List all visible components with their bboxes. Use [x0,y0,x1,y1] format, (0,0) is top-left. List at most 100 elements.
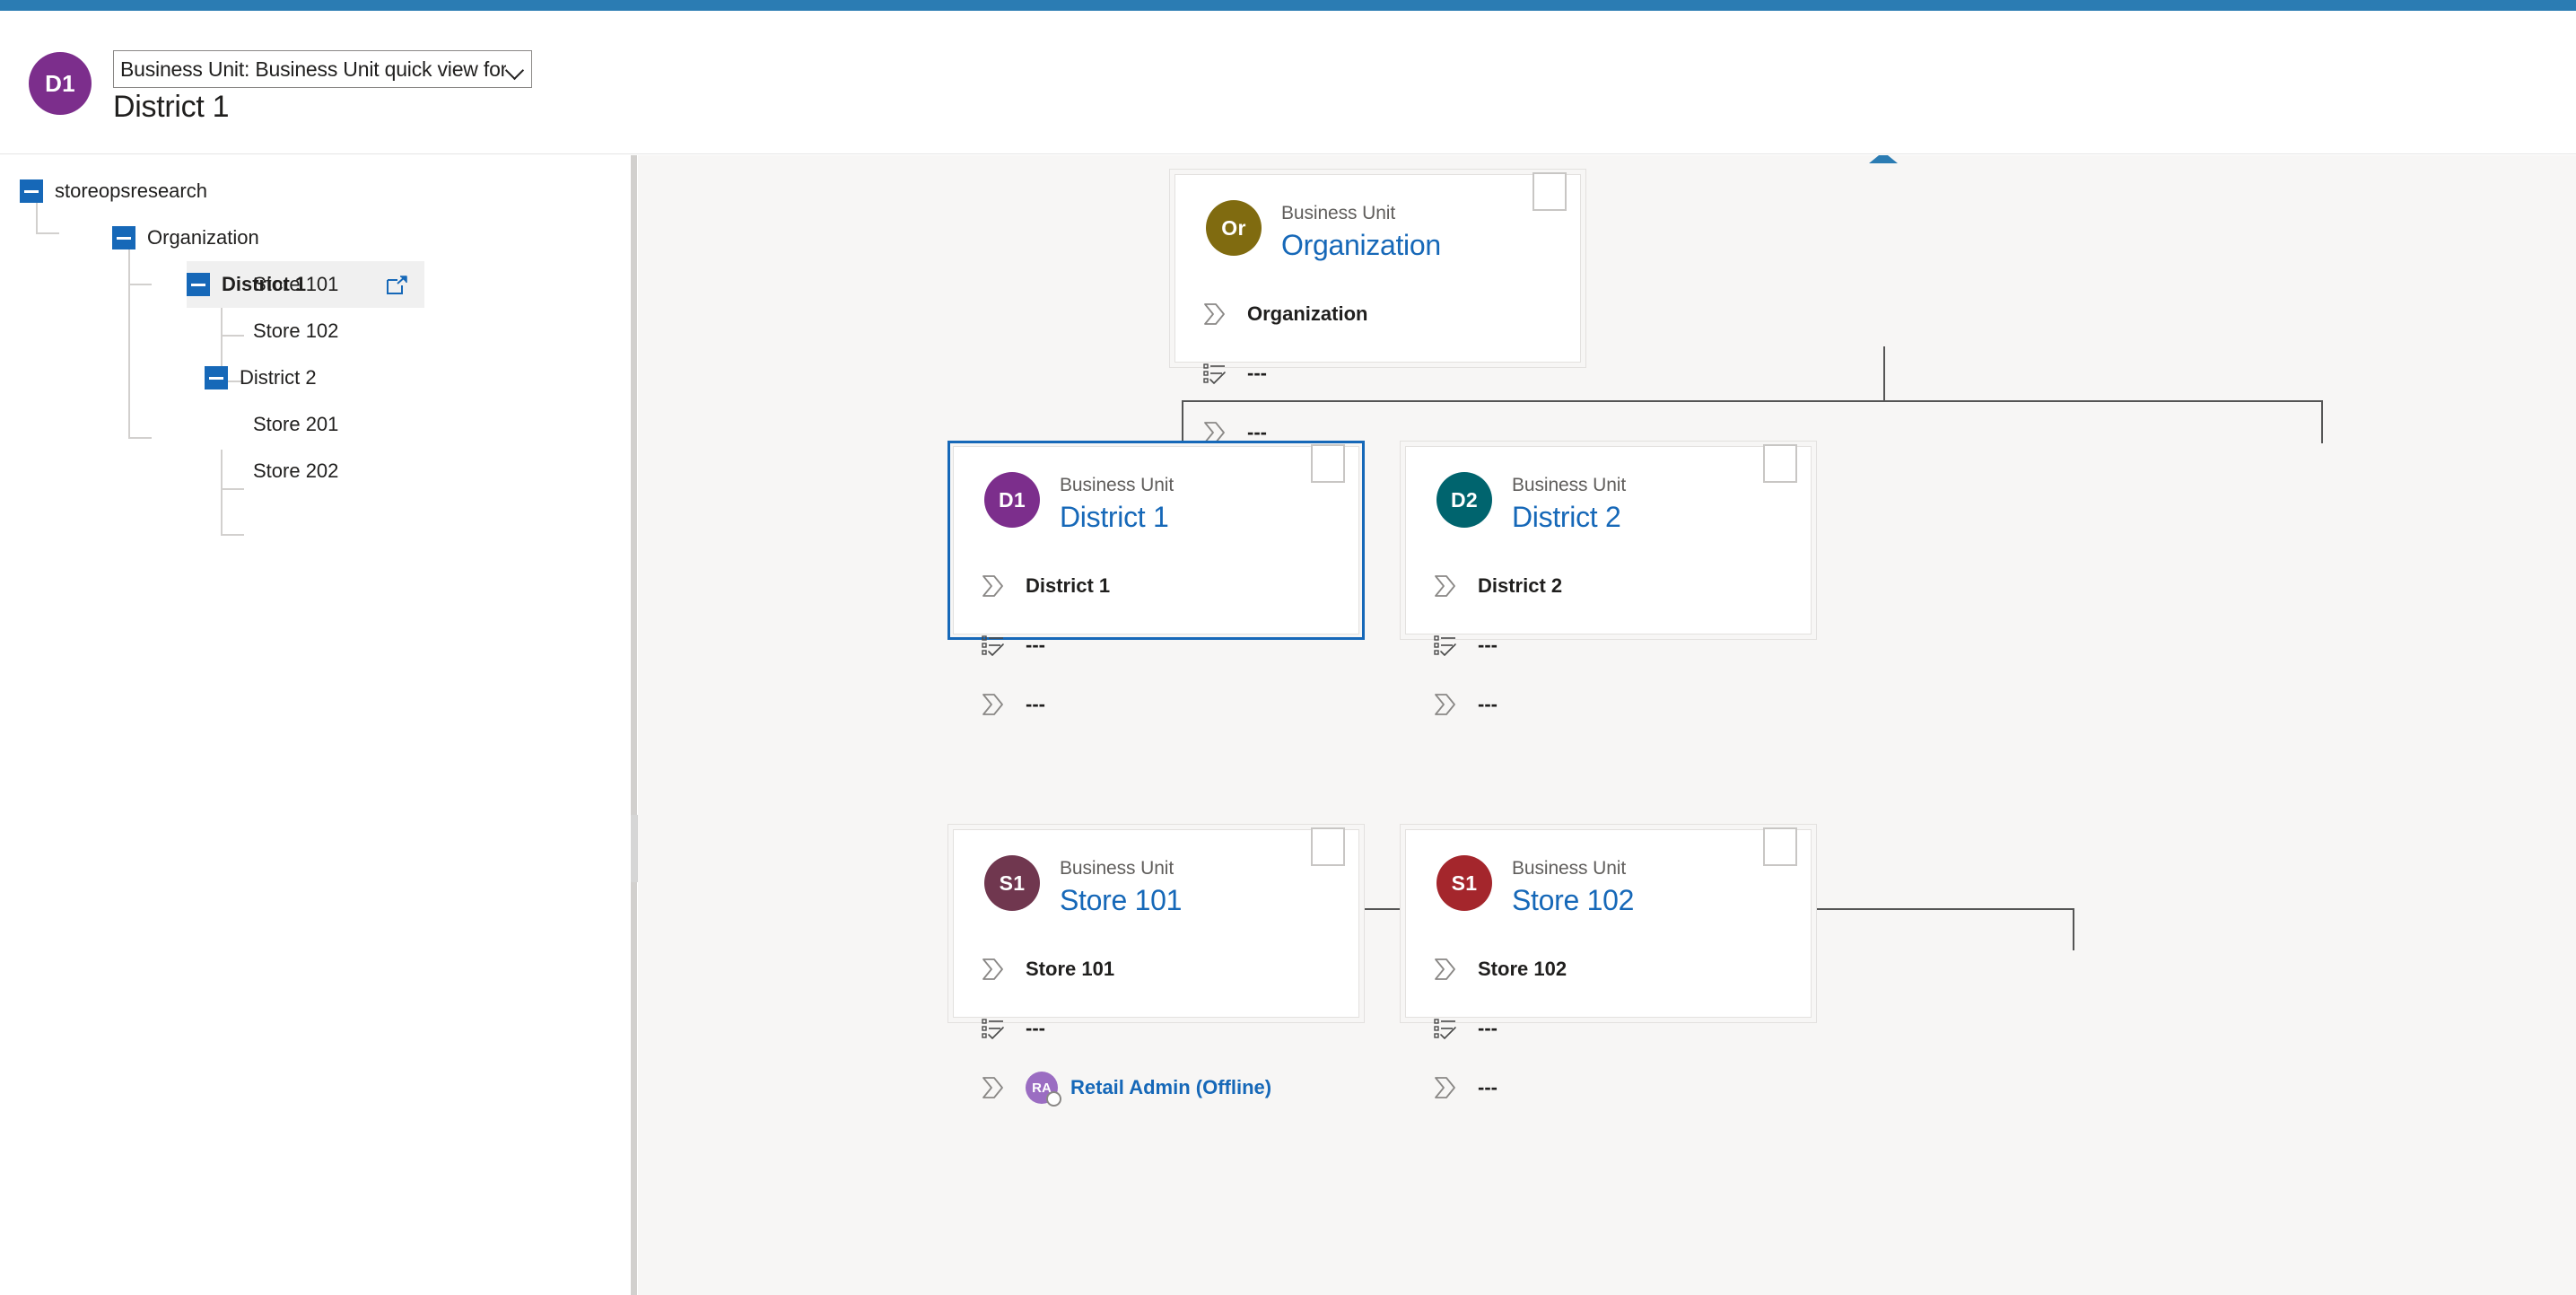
org-card-field-value: --- [1026,634,1045,657]
tree-node-label: Organization [147,226,259,249]
tree-node-store-101[interactable]: Store 101 [0,261,636,308]
org-chart-canvas: 2 OrBusiness UnitOrganizationOrganizatio… [638,155,2576,1295]
org-card-heading-text: Business Unit Store 102 [1512,855,1634,918]
tree-collapse-toggle-icon[interactable] [112,226,135,249]
org-card-store-101[interactable]: S1 Business Unit Store 101 Store 101 --- RA Re… [947,824,1365,1107]
checklist-icon [981,1015,1011,1042]
person-avatar: RA [1026,1072,1061,1107]
tree-node-label: storeopsresearch [55,179,207,202]
org-card-body: Or Business Unit Organization Organization -… [1174,172,1581,443]
business-unit-icon [1433,691,1463,718]
org-card-field-value: --- [1478,1017,1498,1040]
org-card-header: S1 Business Unit Store 101 [954,830,1358,918]
org-card-entity-label: Business Unit [1512,858,1627,879]
quick-view-form-selector[interactable]: Business Unit: Business Unit quick view … [113,50,532,88]
org-card-organization[interactable]: Or Business Unit Organization Organization -… [1169,169,1586,443]
business-unit-icon [981,691,1011,718]
org-card-header: D2 Business Unit District 2 [1406,447,1811,535]
tree-node-label: Store 201 [253,413,339,435]
org-card-field-value: District 2 [1478,574,1563,598]
org-card-fields: Organization --- --- [1175,284,1580,462]
org-card-field-value: --- [1478,693,1498,716]
org-card-district-1[interactable]: D1 Business Unit District 1 District 1 --- --… [947,441,1365,715]
org-card-avatar: Or [1206,200,1262,256]
org-card-header: D1 Business Unit District 1 [954,447,1358,535]
business-unit-icon [1433,573,1463,599]
org-card-field-value: --- [1478,1076,1498,1099]
org-card-field-value: --- [1247,362,1267,385]
tree-node-district-2[interactable]: District 2 [0,354,636,401]
business-unit-icon [1433,1074,1463,1101]
org-card-entity-label: Business Unit [1060,858,1174,879]
chevron-down-icon [506,60,524,78]
org-card-field-row: RA Retail Admin (Offline) [954,1058,1358,1117]
org-card-name-link[interactable]: Organization [1281,227,1441,263]
org-card-avatar: S1 [1436,855,1492,911]
org-card-field-row: --- [1406,675,1811,734]
org-card-select-checkbox[interactable] [1533,172,1567,211]
org-card-field-row: Store 101 [954,940,1358,999]
org-card-body: D1 Business Unit District 1 District 1 --- --… [953,444,1359,715]
tree-node-storeopsresearch[interactable]: storeopsresearch [0,168,636,214]
org-card-field-value: Store 101 [1026,958,1115,981]
org-card-field-row: --- [1406,999,1811,1058]
org-card-name-link[interactable]: Store 101 [1060,882,1182,918]
window-accent-strip [0,0,2576,11]
tree-node-store-201[interactable]: Store 201 [0,401,636,448]
org-card-entity-label: Business Unit [1281,203,1396,223]
org-card-name-link[interactable]: Store 102 [1512,882,1634,918]
org-card-avatar: D1 [984,472,1040,528]
org-card-field-value: Organization [1247,302,1368,326]
org-card-field-row: --- [954,616,1358,675]
org-card-select-checkbox[interactable] [1763,827,1797,866]
tree-node-list: storeopsresearch Organization District 1 St… [0,168,636,494]
org-card-field-row: District 2 [1406,556,1811,616]
business-unit-icon [981,1074,1011,1101]
checklist-icon [1433,1015,1463,1042]
business-unit-icon [1433,956,1463,983]
panel-splitter[interactable] [631,155,637,1295]
person-name-link[interactable]: Retail Admin (Offline) [1070,1076,1271,1099]
page-title: District 1 [113,90,230,124]
org-card-heading-text: Business Unit Organization [1281,200,1441,263]
org-card-avatar: S1 [984,855,1040,911]
org-card-heading-text: Business Unit Store 101 [1060,855,1182,918]
org-card-name-link[interactable]: District 1 [1060,499,1174,535]
org-card-store-102[interactable]: S1 Business Unit Store 102 Store 102 --- --- [1400,824,1817,1098]
business-unit-icon [981,956,1011,983]
tree-node-store-102[interactable]: Store 102 [0,308,636,354]
org-card-entity-label: Business Unit [1512,475,1627,495]
org-card-fields: District 1 --- --- [954,556,1358,734]
checklist-icon [981,632,1011,659]
tree-collapse-toggle-icon[interactable] [20,179,43,203]
org-card-field-value: --- [1478,634,1498,657]
org-card-field-row: --- [954,675,1358,734]
checklist-icon [1433,632,1463,659]
org-card-fields: Store 102 --- --- [1406,940,1811,1117]
tree-node-organization[interactable]: Organization [0,214,636,261]
tree-node-label: Store 101 [253,273,339,295]
org-card-name-link[interactable]: District 2 [1512,499,1626,535]
caret-up-icon[interactable] [1869,155,1898,163]
org-card-person[interactable]: RA Retail Admin (Offline) [1026,1072,1271,1107]
tree-node-label: Store 102 [253,319,339,342]
org-card-body: D2 Business Unit District 2 District 2 --- --… [1405,444,1812,715]
hierarchy-tree-panel: storeopsresearch Organization District 1 St… [0,155,637,1295]
checklist-icon [1202,360,1233,387]
org-card-select-checkbox[interactable] [1311,827,1345,866]
org-card-entity-label: Business Unit [1060,475,1174,495]
tree-collapse-toggle-icon[interactable] [205,366,228,389]
tree-node-store-202[interactable]: Store 202 [0,448,636,494]
org-card-select-checkbox[interactable] [1763,444,1797,483]
org-card-body: S1 Business Unit Store 102 Store 102 --- --- [1405,827,1812,1098]
org-card-select-checkbox[interactable] [1311,444,1345,483]
org-card-district-2[interactable]: D2 Business Unit District 2 District 2 --- --… [1400,441,1817,715]
quick-view-form-label: Business Unit: Business Unit quick view … [120,57,506,81]
org-card-field-row: --- [1406,1058,1811,1117]
chart-connector [2321,400,2323,443]
org-card-field-row: --- [1175,344,1580,403]
org-card-header: Or Business Unit Organization [1175,175,1580,263]
page-body: storeopsresearch Organization District 1 St… [0,155,2576,1295]
page-header: D1 Business Unit: Business Unit quick vi… [0,11,2576,154]
org-card-field-row: --- [954,999,1358,1058]
